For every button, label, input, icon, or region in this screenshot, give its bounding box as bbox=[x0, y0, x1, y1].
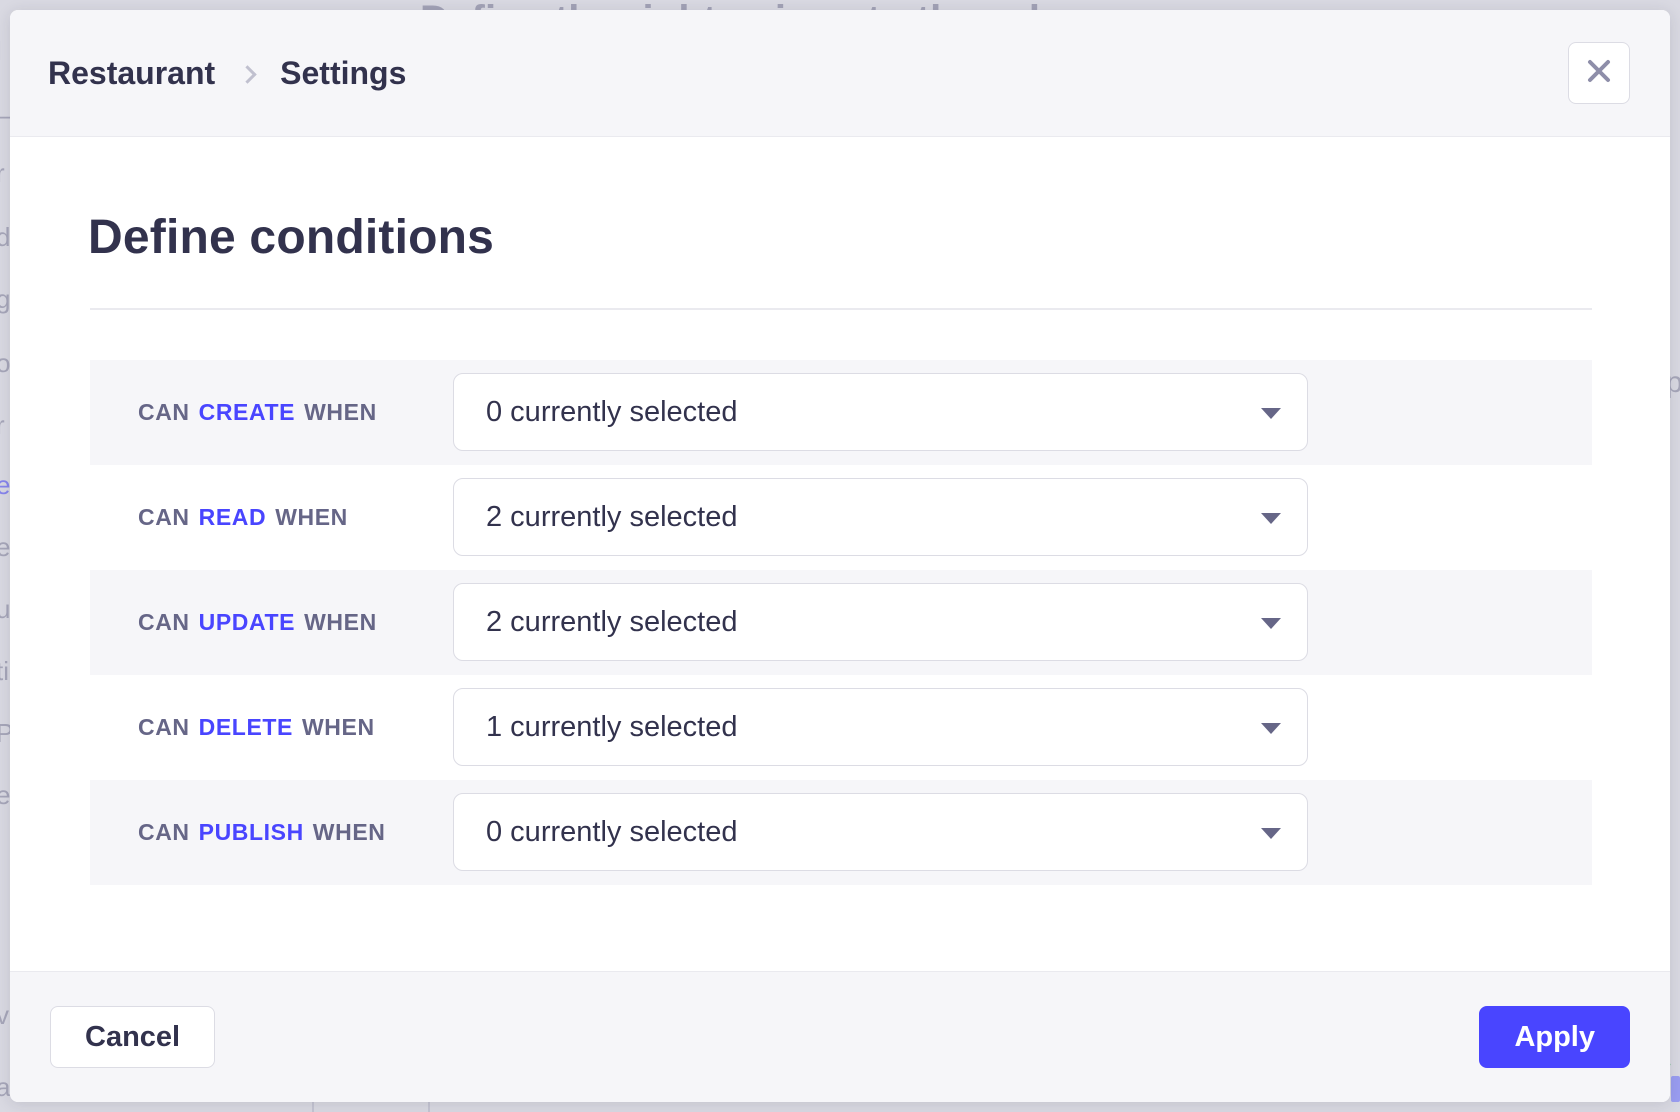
conditions-list: Cancreatewhen 0 currently selected Canre… bbox=[90, 360, 1592, 885]
create-conditions-value: 0 currently selected bbox=[486, 396, 737, 429]
background-text-fragment: r bbox=[0, 158, 5, 189]
close-icon bbox=[1583, 55, 1615, 92]
delete-conditions-select[interactable]: 1 currently selected bbox=[453, 688, 1308, 766]
condition-row-create: Cancreatewhen 0 currently selected bbox=[90, 360, 1592, 465]
background-text-fragment: o bbox=[0, 348, 10, 379]
divider bbox=[90, 308, 1592, 310]
publish-conditions-select[interactable]: 0 currently selected bbox=[453, 793, 1308, 871]
background-text-fragment: v bbox=[0, 1000, 9, 1031]
condition-row-delete: Candeletewhen 1 currently selected bbox=[90, 675, 1592, 780]
page-title: Define conditions bbox=[88, 210, 494, 265]
background-text-fragment: g bbox=[0, 284, 10, 315]
update-conditions-select[interactable]: 2 currently selected bbox=[453, 583, 1308, 661]
modal-header: Restaurant Settings bbox=[10, 10, 1670, 137]
condition-row-read: Canreadwhen 2 currently selected bbox=[90, 465, 1592, 570]
background-text-fragment: l bbox=[0, 36, 2, 67]
chevron-down-icon bbox=[1261, 513, 1281, 524]
read-conditions-select[interactable]: 2 currently selected bbox=[453, 478, 1308, 556]
update-conditions-value: 2 currently selected bbox=[486, 606, 737, 639]
condition-label-create: Cancreatewhen bbox=[138, 399, 377, 426]
condition-label-update: Canupdatewhen bbox=[138, 609, 377, 636]
chevron-down-icon bbox=[1261, 828, 1281, 839]
modal-footer: Cancel Apply bbox=[10, 971, 1670, 1102]
background-link-fragment: e bbox=[0, 470, 10, 501]
read-conditions-value: 2 currently selected bbox=[486, 501, 737, 534]
background-text-fragment: u bbox=[0, 594, 10, 625]
condition-row-publish: Canpublishwhen 0 currently selected bbox=[90, 780, 1592, 885]
create-conditions-select[interactable]: 0 currently selected bbox=[453, 373, 1308, 451]
background-text-fragment: d bbox=[0, 222, 10, 253]
breadcrumb: Restaurant Settings bbox=[48, 55, 406, 92]
chevron-down-icon bbox=[1261, 723, 1281, 734]
chevron-right-icon bbox=[238, 65, 256, 83]
background-scroll-fragment bbox=[1671, 1076, 1680, 1102]
condition-label-read: Canreadwhen bbox=[138, 504, 348, 531]
chevron-down-icon bbox=[1261, 618, 1281, 629]
publish-conditions-value: 0 currently selected bbox=[486, 816, 737, 849]
delete-conditions-value: 1 currently selected bbox=[486, 711, 737, 744]
define-conditions-modal: Restaurant Settings Define conditions Ca… bbox=[10, 10, 1670, 1102]
cancel-button[interactable]: Cancel bbox=[50, 1006, 215, 1068]
apply-button[interactable]: Apply bbox=[1479, 1006, 1630, 1068]
background-text-fragment: r bbox=[0, 410, 5, 441]
background-text-fragment: e bbox=[0, 780, 10, 811]
close-button[interactable] bbox=[1568, 42, 1630, 104]
condition-label-delete: Candeletewhen bbox=[138, 714, 375, 741]
chevron-down-icon bbox=[1261, 408, 1281, 419]
condition-row-update: Canupdatewhen 2 currently selected bbox=[90, 570, 1592, 675]
breadcrumb-settings: Settings bbox=[280, 55, 406, 92]
condition-label-publish: Canpublishwhen bbox=[138, 819, 385, 846]
background-text-fragment: ti bbox=[0, 656, 9, 687]
breadcrumb-restaurant: Restaurant bbox=[48, 55, 215, 92]
